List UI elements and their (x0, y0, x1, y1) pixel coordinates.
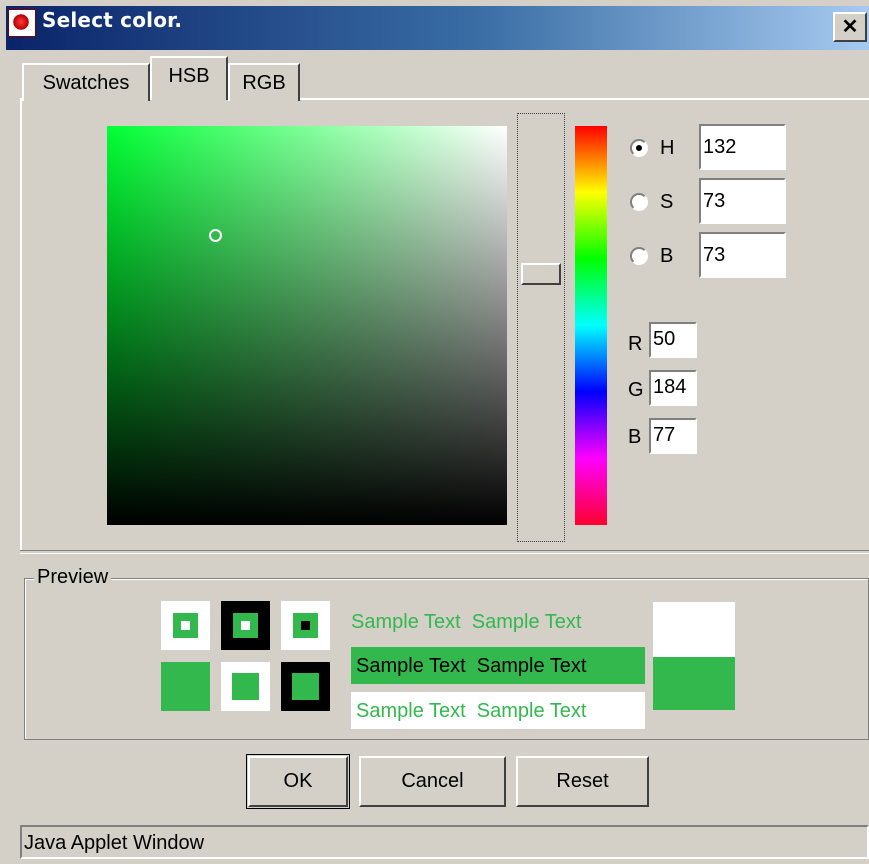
preview-swatch (161, 662, 210, 711)
sample-text-on-bg: Sample Text Sample Text (351, 611, 582, 633)
sample-text-black-on-color: Sample Text Sample Text (356, 655, 587, 677)
tab-swatches[interactable]: Swatches (22, 63, 150, 101)
close-icon: ✕ (841, 16, 859, 38)
preview-swatch (161, 601, 210, 650)
label-b: B (660, 245, 674, 267)
label-r: R (628, 333, 643, 355)
tab-rgb[interactable]: RGB (228, 63, 300, 101)
b-field[interactable]: 73 (699, 232, 786, 278)
preview-swatch (281, 601, 330, 650)
new-color-swatch (653, 657, 735, 710)
hue-slider-track[interactable] (517, 113, 565, 542)
preview-swatch (281, 662, 330, 711)
radio-b[interactable] (630, 247, 648, 265)
tab-hsb[interactable]: HSB (150, 56, 228, 100)
divider (20, 550, 869, 554)
status-text: Java Applet Window (24, 832, 205, 854)
sample-text-color-on-white: Sample Text Sample Text (356, 700, 587, 722)
label-b-rgb: B (628, 426, 642, 448)
close-button[interactable]: ✕ (833, 12, 867, 42)
radio-h[interactable] (630, 139, 648, 157)
label-s: S (660, 191, 674, 213)
label-h: H (660, 137, 675, 159)
hue-slider-thumb[interactable] (521, 263, 561, 285)
hue-spectrum-bar (575, 126, 607, 525)
r-field[interactable]: 50 (649, 322, 697, 358)
saturation-brightness-field[interactable] (107, 126, 507, 525)
cancel-button[interactable]: Cancel (359, 756, 506, 807)
g-field[interactable]: 184 (649, 370, 697, 406)
app-icon (8, 9, 36, 37)
preview-swatch (221, 662, 270, 711)
old-color-swatch (653, 602, 735, 657)
label-g: G (628, 379, 644, 401)
radio-s[interactable] (630, 193, 648, 211)
preview-label: Preview (34, 566, 112, 589)
b-rgb-field[interactable]: 77 (649, 418, 697, 454)
h-field[interactable]: 132 (699, 124, 786, 170)
preview-swatch (221, 601, 270, 650)
s-field[interactable]: 73 (699, 178, 786, 224)
ok-button[interactable]: OK (246, 754, 350, 809)
reset-button[interactable]: Reset (516, 756, 649, 807)
color-field-cursor[interactable] (209, 229, 222, 242)
window-title: Select color. (42, 8, 183, 32)
